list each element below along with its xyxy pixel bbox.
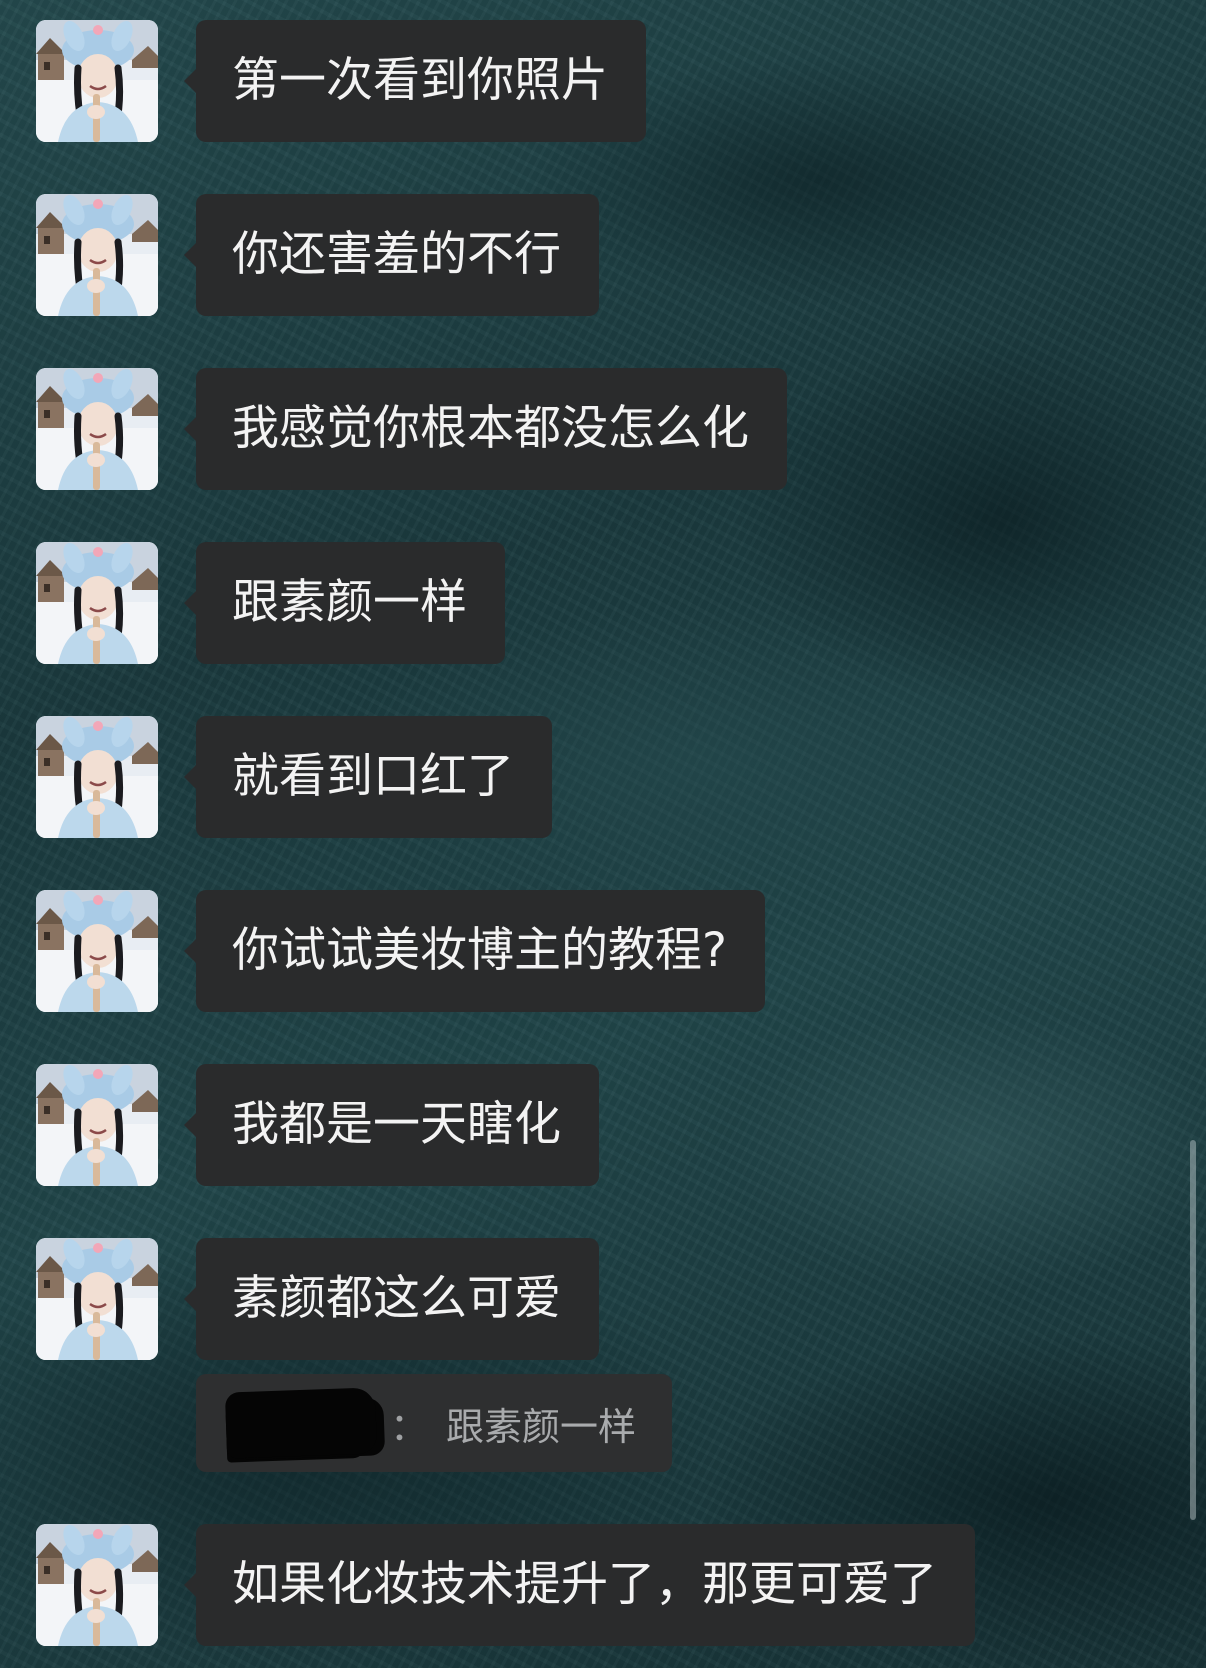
scrollbar-thumb[interactable] xyxy=(1190,1140,1196,1520)
message-bubble[interactable]: 你还害羞的不行 xyxy=(184,194,599,316)
message-bubble[interactable]: 如果化妆技术提升了，那更可爱了 xyxy=(184,1524,975,1646)
quote-separator: ： xyxy=(390,1404,429,1449)
user-avatar-icon[interactable] xyxy=(36,716,158,838)
message-bubble[interactable]: 素颜都这么可爱 xyxy=(184,1238,599,1360)
message-bubble[interactable]: 你试试美妆博主的教程? xyxy=(184,890,765,1012)
quote-text: 跟素颜一样 xyxy=(446,1404,637,1449)
user-avatar-icon[interactable] xyxy=(36,890,158,1012)
message-bubble[interactable]: 我感觉你根本都没怎么化 xyxy=(184,368,787,490)
quoted-message[interactable]: ： 跟素颜一样 xyxy=(196,1374,673,1472)
message-list: 第一次看到你照片 你还害羞的不行 我感觉你根本都没怎么化 跟素颜一样 就看到口红… xyxy=(0,0,1206,1668)
message-bubble[interactable]: 跟素颜一样 xyxy=(184,542,505,664)
user-avatar-icon[interactable] xyxy=(36,1524,158,1646)
user-avatar-icon[interactable] xyxy=(36,542,158,664)
user-avatar-icon[interactable] xyxy=(36,1238,158,1360)
user-avatar-icon[interactable] xyxy=(36,194,158,316)
message-bubble[interactable]: 第一次看到你照片 xyxy=(184,20,646,142)
message-bubble[interactable]: 就看到口红了 xyxy=(184,716,552,838)
user-avatar-icon[interactable] xyxy=(36,368,158,490)
user-avatar-icon[interactable] xyxy=(36,20,158,142)
message-bubble[interactable]: 我都是一天瞎化 xyxy=(184,1064,599,1186)
redacted-sender-name xyxy=(224,1387,378,1459)
user-avatar-icon[interactable] xyxy=(36,1064,158,1186)
